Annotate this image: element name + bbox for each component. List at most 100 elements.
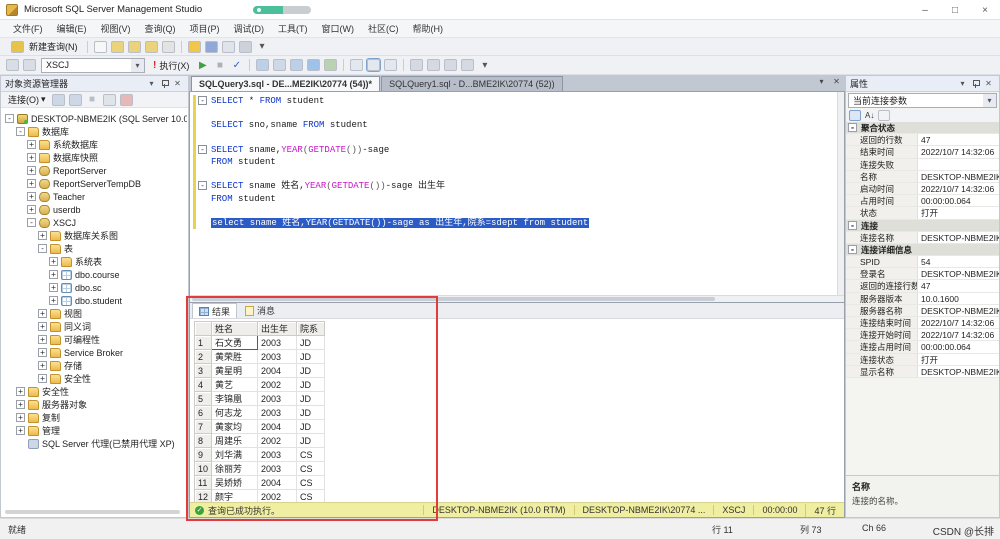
property-row-14[interactable]: 服务器版本10.0.1600 (846, 293, 999, 305)
grid-cell[interactable]: 2004 (258, 364, 297, 378)
menu-item-4[interactable]: 项目(P) (183, 22, 227, 35)
property-pages-icon[interactable] (878, 110, 890, 121)
property-row-16[interactable]: 连接结束时间2022/10/7 14:32:06 (846, 317, 999, 329)
results-tab-0[interactable]: 结果 (192, 303, 237, 318)
tree-item-22[interactable]: +服务器对象 (1, 398, 187, 411)
expand-icon[interactable]: + (16, 426, 25, 435)
expand-icon[interactable]: + (16, 387, 25, 396)
menu-item-6[interactable]: 工具(T) (271, 22, 315, 35)
grid-cell[interactable]: 吴娇娇 (212, 476, 258, 490)
tree-item-17[interactable]: +可编程性 (1, 333, 187, 346)
property-row-18[interactable]: 连接占用时间00:00:00.064 (846, 341, 999, 353)
grid-cell[interactable]: 2003 (258, 406, 297, 420)
property-row-2[interactable]: 结束时间2022/10/7 14:32:06 (846, 146, 999, 158)
code-line-2[interactable] (211, 107, 834, 119)
restore-button[interactable]: □ (940, 0, 970, 20)
code-line-11[interactable]: select sname 姓名,YEAR(GETDATE())-sage as … (211, 217, 834, 229)
tree-item-19[interactable]: +存储 (1, 359, 187, 372)
tree-item-15[interactable]: +视图 (1, 307, 187, 320)
outdent-icon[interactable] (461, 59, 474, 71)
tree-item-18[interactable]: +Service Broker (1, 346, 187, 359)
grid-cell[interactable]: CS (297, 462, 325, 476)
object-explorer-hscrollbar[interactable] (5, 510, 180, 514)
menu-item-1[interactable]: 编辑(E) (50, 22, 94, 35)
debug-run-icon[interactable]: ▶ (195, 60, 210, 71)
tree-item-23[interactable]: +复制 (1, 411, 187, 424)
document-tab-1[interactable]: SQLQuery1.sql - D...BME2IK\20774 (52)) (381, 76, 563, 91)
expand-icon[interactable]: + (49, 296, 58, 305)
tree-item-13[interactable]: +dbo.sc (1, 281, 187, 294)
results-to-text-icon[interactable] (350, 59, 363, 71)
sql-editor[interactable]: SELECT * FROM studentSELECT sno,sname FR… (190, 92, 844, 295)
execute-button[interactable]: !执行(X) (148, 59, 194, 72)
auto-hide-pin-icon[interactable] (158, 77, 171, 90)
property-category-0[interactable]: -聚合状态 (846, 122, 999, 134)
query-options-icon[interactable] (273, 59, 286, 71)
tree-item-24[interactable]: +管理 (1, 424, 187, 437)
close-document-icon[interactable]: ✕ (831, 77, 842, 86)
menu-item-0[interactable]: 文件(F) (6, 22, 50, 35)
tree-item-8[interactable]: -XSCJ (1, 216, 187, 229)
grid-cell[interactable]: JD (297, 434, 325, 448)
grid-cell[interactable]: 黄星明 (212, 364, 258, 378)
grid-cell[interactable]: CS (297, 476, 325, 490)
filter-icon[interactable] (103, 94, 116, 106)
collapse-icon[interactable]: - (848, 245, 857, 254)
grid-cell[interactable]: JD (297, 392, 325, 406)
tree-item-3[interactable]: +数据库快照 (1, 151, 187, 164)
property-row-1[interactable]: 返回的行数47 (846, 134, 999, 146)
alphabetical-sort-icon[interactable]: A↓ (863, 111, 876, 120)
tree-item-7[interactable]: +userdb (1, 203, 187, 216)
grid-cell[interactable]: 2002 (258, 490, 297, 503)
grid-cell[interactable]: JD (297, 336, 325, 350)
grid-cell[interactable]: JD (297, 420, 325, 434)
expand-icon[interactable]: + (38, 309, 47, 318)
expand-icon[interactable]: + (38, 348, 47, 357)
grid-cell[interactable]: 黄荣胜 (212, 350, 258, 364)
collapse-icon[interactable]: - (5, 114, 14, 123)
property-category-10[interactable]: -连接详细信息 (846, 244, 999, 256)
table-row[interactable]: 12颜宇2002CS (195, 490, 325, 503)
property-row-4[interactable]: 名称DESKTOP-NBME2IK (846, 171, 999, 183)
fold-collapse-icon[interactable]: - (198, 145, 207, 154)
sql-code[interactable]: SELECT * FROM studentSELECT sno,sname FR… (211, 95, 834, 229)
expand-icon[interactable]: + (27, 179, 36, 188)
grid-cell[interactable]: 2003 (258, 462, 297, 476)
grid-cell[interactable]: 2003 (258, 448, 297, 462)
fold-collapse-icon[interactable]: - (198, 181, 207, 190)
toolbar-overflow-icon[interactable]: ▾ (477, 60, 492, 71)
expand-icon[interactable]: + (38, 231, 47, 240)
property-row-11[interactable]: SPID54 (846, 256, 999, 268)
grid-cell[interactable]: CS (297, 490, 325, 503)
tree-item-11[interactable]: +系统表 (1, 255, 187, 268)
grid-cell[interactable]: 2002 (258, 378, 297, 392)
grid-cell[interactable]: 2002 (258, 434, 297, 448)
expand-icon[interactable]: + (38, 374, 47, 383)
code-line-5[interactable]: SELECT sname,YEAR(GETDATE())-sage (211, 144, 834, 156)
open-file-icon[interactable] (188, 41, 201, 53)
tree-item-14[interactable]: +dbo.student (1, 294, 187, 307)
property-row-17[interactable]: 连接开始时间2022/10/7 14:32:06 (846, 329, 999, 341)
code-line-10[interactable] (211, 205, 834, 217)
grid-cell[interactable]: JD (297, 350, 325, 364)
grid-cell[interactable]: JD (297, 378, 325, 392)
code-line-1[interactable]: SELECT * FROM student (211, 95, 834, 107)
actual-plan-icon[interactable] (307, 59, 320, 71)
parse-icon[interactable]: ✓ (229, 60, 244, 71)
tree-item-1[interactable]: -数据库 (1, 125, 187, 138)
menu-item-2[interactable]: 视图(V) (94, 22, 138, 35)
grid-cell[interactable]: 石文勇 (212, 336, 258, 350)
column-header-0[interactable]: 姓名 (212, 322, 258, 336)
column-header-2[interactable]: 院系 (297, 322, 325, 336)
grid-cell[interactable]: 颜宇 (212, 490, 258, 503)
close-icon[interactable]: ✕ (982, 77, 995, 90)
mdx-query-icon[interactable] (128, 41, 141, 53)
close-icon[interactable]: ✕ (171, 77, 184, 90)
expand-icon[interactable]: + (16, 413, 25, 422)
tree-item-4[interactable]: +ReportServer (1, 164, 187, 177)
results-to-file-icon[interactable] (384, 59, 397, 71)
save-all-icon[interactable] (222, 41, 235, 53)
property-category-8[interactable]: -连接 (846, 220, 999, 232)
property-row-9[interactable]: 连接名称DESKTOP-NBME2IK (846, 232, 999, 244)
property-row-3[interactable]: 连接失败 (846, 159, 999, 171)
